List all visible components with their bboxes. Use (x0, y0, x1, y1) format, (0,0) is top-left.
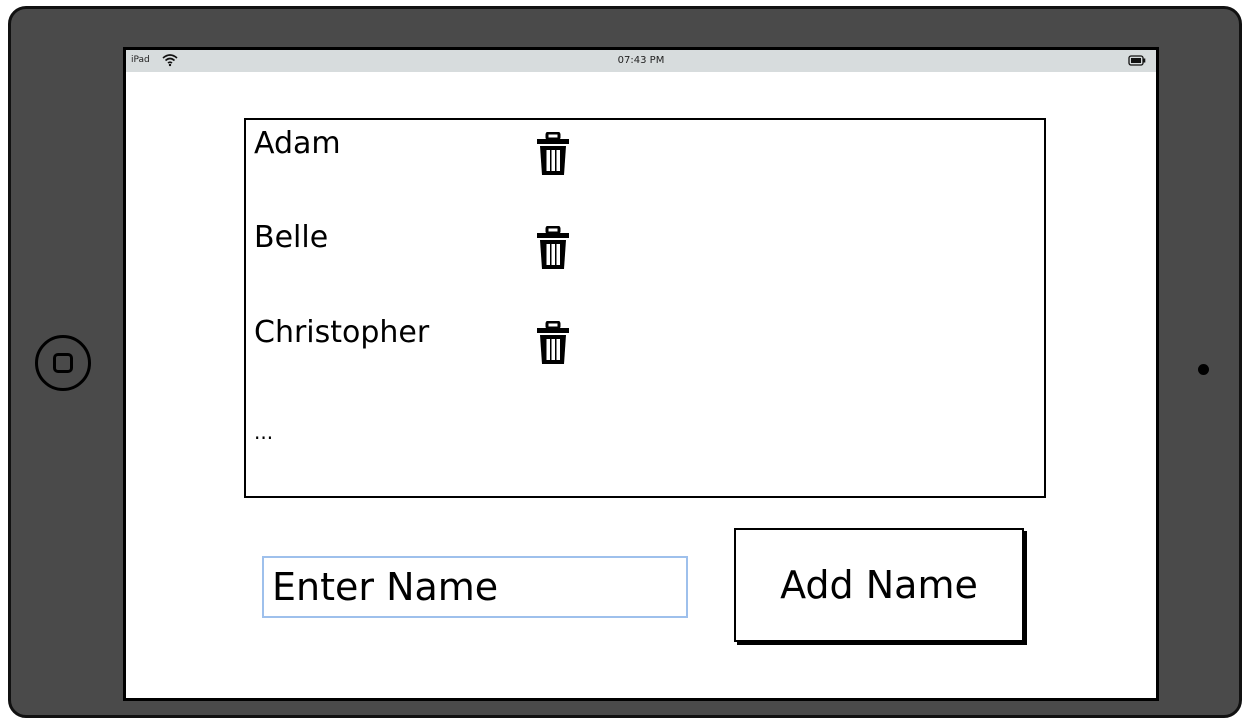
ipad-device-frame: iPad 07:43 PM Adam Belle Christopher ...… (8, 6, 1242, 718)
add-name-button[interactable]: Add Name (734, 528, 1024, 642)
status-time: 07:43 PM (617, 55, 665, 66)
home-button[interactable] (35, 335, 91, 391)
battery-icon (1128, 55, 1146, 69)
status-bar: iPad 07:43 PM (126, 50, 1156, 72)
list-item-name: Christopher (254, 315, 430, 350)
list-item: Christopher (254, 315, 754, 364)
list-item: Belle (254, 220, 754, 269)
list-item-name: Adam (254, 126, 341, 161)
list-item: Adam (254, 126, 754, 175)
names-list: Adam Belle Christopher ... (244, 118, 1046, 498)
trash-icon[interactable] (536, 225, 570, 274)
name-input[interactable] (262, 556, 688, 618)
home-button-icon (53, 353, 73, 373)
more-items-indicator: ... (254, 420, 274, 444)
device-screen: iPad 07:43 PM Adam Belle Christopher ...… (123, 47, 1159, 701)
camera-dot (1198, 364, 1209, 375)
trash-icon[interactable] (536, 131, 570, 180)
list-item-name: Belle (254, 220, 329, 255)
trash-icon[interactable] (536, 320, 570, 369)
